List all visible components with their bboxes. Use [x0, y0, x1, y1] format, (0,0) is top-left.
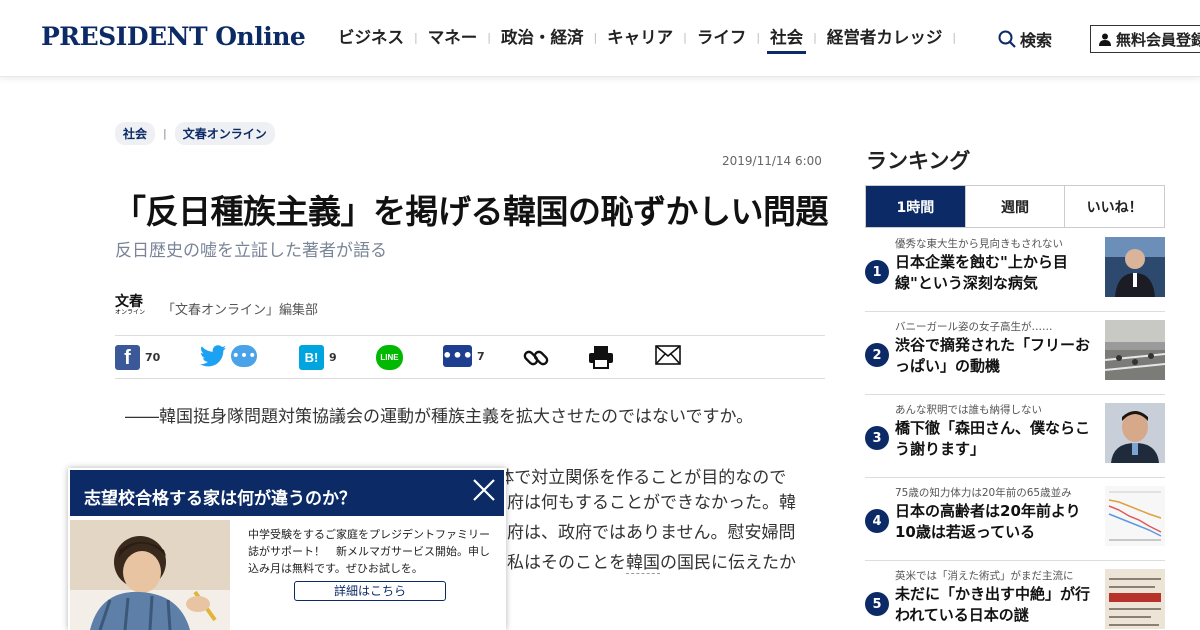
rank-thumbnail — [1105, 486, 1165, 546]
comment-button[interactable]: ••• 7 — [442, 345, 485, 367]
mail-icon — [655, 345, 681, 365]
search-icon — [998, 30, 1016, 48]
rank-number: 2 — [865, 343, 889, 367]
rank-number: 4 — [865, 509, 889, 533]
nav-item-career[interactable]: キャリア — [599, 26, 681, 56]
newsletter-popup: 志望校合格する家は何が違うのか？ 中学受験をするご家庭をプレジデントファミリー誌… — [68, 468, 506, 630]
site-header: PRESIDENT Online ビジネス | マネー | 政治・経済 | キャ… — [0, 0, 1200, 77]
hatena-count: 9 — [329, 351, 337, 364]
nav-separator: | — [952, 31, 957, 44]
nav-item-college[interactable]: 経営者カレッジ — [819, 26, 951, 56]
author-name[interactable]: 「文春オンライン」編集部 — [162, 299, 318, 318]
nav-item-money[interactable]: マネー — [420, 26, 486, 56]
text-segment: 私はそのことを — [507, 553, 626, 573]
share-facebook[interactable]: f 70 — [115, 345, 160, 370]
email-button[interactable] — [655, 345, 681, 365]
rank-number: 1 — [865, 260, 889, 284]
comment-count: 7 — [477, 349, 485, 363]
ranking-title: ランキング — [866, 149, 971, 173]
ranking-item[interactable]: 4 75歳の知力体力は20年前の65歳並み 日本の高齢者は20年前より10歳は若… — [865, 478, 1165, 561]
text-segment: の国民に伝えたか — [660, 553, 796, 573]
nav-separator: | — [414, 31, 418, 44]
user-icon — [1099, 33, 1111, 46]
rank-thumbnail — [1105, 237, 1165, 297]
tag-society[interactable]: 社会 — [115, 122, 156, 145]
rank-thumbnail — [1105, 569, 1165, 629]
tab-1hour[interactable]: 1時間 — [866, 186, 965, 227]
rank-thumbnail — [1105, 320, 1165, 380]
nav-item-society[interactable]: 社会 — [762, 26, 811, 56]
search-button[interactable]: 検索 — [998, 27, 1052, 51]
article-paragraph-line: 私はそのことを韓国の国民に伝えたか — [507, 548, 796, 578]
member-register-label: 無料会員登録 — [1116, 30, 1200, 49]
tab-likes[interactable]: いいね！ — [1064, 186, 1164, 227]
share-line[interactable]: LINE — [376, 345, 403, 370]
tab-weekly[interactable]: 週間 — [964, 186, 1065, 227]
popup-header: 志望校合格する家は何が違うのか？ — [68, 468, 506, 518]
article-subtitle: 反日歴史の嘘を立証した著者が語る — [115, 241, 387, 261]
rank-headline: 未だに「かき出す中絶」が行われている日本の謎 — [895, 585, 1091, 624]
article-date: 2019/11/14 6:00 — [722, 154, 822, 168]
ranking-item[interactable]: 2 バニーガール姿の女子高生が…… 渋谷で摘発された「フリーおっぱい」の動機 — [865, 312, 1165, 395]
rank-number: 5 — [865, 592, 889, 616]
popup-image — [70, 520, 230, 630]
share-bar: f 70 ••• B! 9 LINE ••• 7 — [115, 335, 825, 379]
ranking-item[interactable]: 1 優秀な東大生から見向きもされない 日本企業を蝕む"上から目線"という深刻な病… — [865, 229, 1165, 312]
popup-detail-button[interactable]: 詳細はこちら — [294, 581, 446, 601]
facebook-count: 70 — [145, 351, 161, 364]
share-twitter[interactable]: ••• — [200, 345, 257, 367]
link-icon — [523, 350, 549, 366]
article-title: 「反日種族主義」を掲げる韓国の恥ずかしい問題 — [113, 192, 829, 231]
tag-bunshun[interactable]: 文春オンライン — [174, 122, 275, 145]
search-label: 検索 — [1020, 31, 1053, 50]
line-icon: LINE — [376, 345, 403, 370]
ranking-item[interactable]: 5 英米では「消えた術式」がまだ主流に 未だに「かき出す中絶」が行われている日本… — [865, 561, 1165, 630]
popup-description: 中学受験をするご家庭をプレジデントファミリー誌がサポート！ 新メルマガサービス開… — [248, 528, 490, 575]
rank-subtitle: 優秀な東大生から見向きもされない — [895, 238, 1063, 250]
rank-thumbnail — [1105, 403, 1165, 463]
member-register-button[interactable]: 無料会員登録 — [1090, 25, 1200, 53]
printer-icon — [589, 346, 613, 369]
twitter-icon — [200, 345, 226, 367]
rank-headline: 渋谷で摘発された「フリーおっぱい」の動機 — [895, 336, 1091, 375]
article-tags: 社会 | 文春オンライン — [115, 122, 275, 145]
facebook-icon: f — [115, 345, 140, 370]
rank-subtitle: バニーガール姿の女子高生が…… — [895, 321, 1053, 333]
nav-item-life[interactable]: ライフ — [689, 26, 755, 56]
article-paragraph: ――韓国挺身隊問題対策協議会の運動が種族主義を拡大させたのではないですか。 — [125, 407, 754, 427]
rank-headline: 橋下徹「森田さん、僕ならこう謝ります」 — [895, 419, 1091, 458]
copy-link-button[interactable] — [522, 345, 550, 371]
print-button[interactable] — [588, 345, 614, 369]
nav-separator: | — [756, 31, 761, 44]
nav-item-business[interactable]: ビジネス — [330, 26, 412, 56]
article-paragraph-line: 府は、政府ではありません。慰安婦問 — [507, 523, 796, 543]
rank-subtitle: 英米では「消えた術式」がまだ主流に — [895, 570, 1074, 582]
article-paragraph-line: 府は何もすることができなかった。韓 — [507, 493, 796, 513]
close-icon[interactable] — [470, 476, 498, 504]
hatena-icon: B! — [299, 345, 324, 370]
rank-headline: 日本の高齢者は20年前より10歳は若返っている — [895, 502, 1081, 541]
ranking-tabs: 1時間 週間 いいね！ — [865, 185, 1165, 228]
site-logo[interactable]: PRESIDENT Online — [41, 22, 306, 51]
rank-number: 3 — [865, 426, 889, 450]
rank-headline: 日本企業を蝕む"上から目線"という深刻な病気 — [895, 253, 1068, 292]
rank-subtitle: 75歳の知力体力は20年前の65歳並み — [895, 487, 1072, 499]
author-logo-text: 文春 — [115, 294, 143, 310]
main-nav: ビジネス | マネー | 政治・経済 | キャリア | ライフ | 社会 | 経… — [330, 26, 958, 56]
nav-separator: | — [487, 31, 491, 44]
keyword-link[interactable]: 韓国 — [626, 553, 660, 574]
share-hatena[interactable]: B! 9 — [299, 345, 337, 370]
rank-subtitle: あんな釈明では誰も納得しない — [895, 404, 1042, 416]
twitter-comment-icon: ••• — [231, 345, 257, 367]
nav-separator: | — [813, 31, 817, 44]
nav-separator: | — [593, 31, 598, 44]
author-logo[interactable]: 文春 オンライン — [115, 295, 147, 321]
author-logo-subtext: オンライン — [115, 309, 146, 316]
comment-icon: ••• — [442, 345, 473, 367]
nav-item-politics[interactable]: 政治・経済 — [493, 26, 592, 56]
nav-separator: | — [683, 31, 687, 44]
tag-separator: | — [163, 127, 167, 140]
popup-title: 志望校合格する家は何が違うのか？ — [84, 489, 356, 509]
ranking-item[interactable]: 3 あんな釈明では誰も納得しない 橋下徹「森田さん、僕ならこう謝ります」 — [865, 395, 1165, 478]
